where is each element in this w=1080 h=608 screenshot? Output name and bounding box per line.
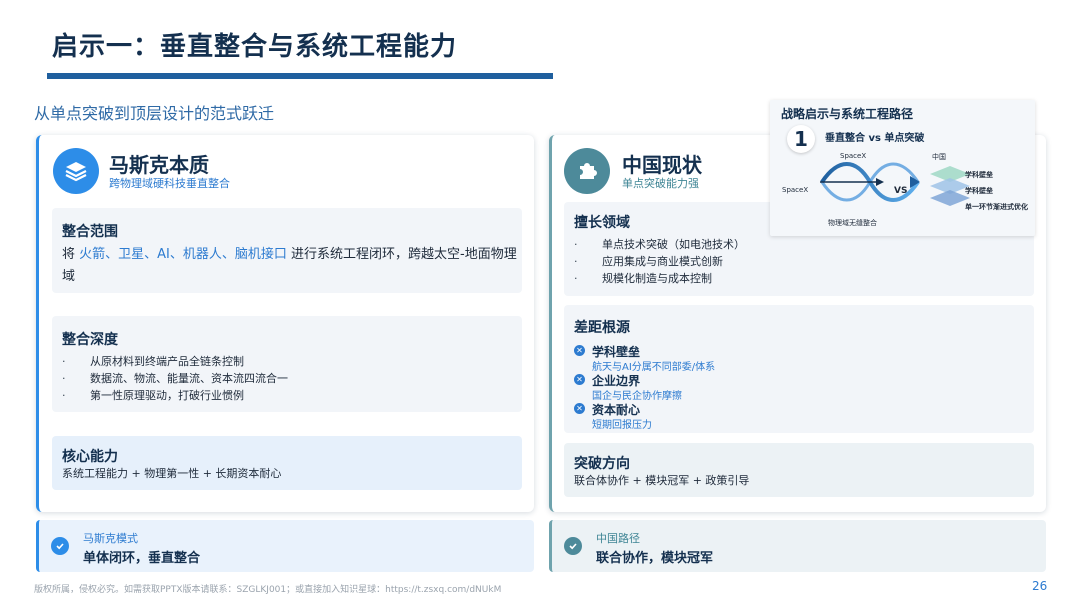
strategy-diagram: 战略启示与系统工程路径 1 垂直整合 vs 单点突破 SpaceX SpaceX… [770, 100, 1035, 236]
strengths-title: 擅长领域 [574, 215, 630, 231]
direction-box: 突破方向 联合体协作 + 模块冠军 + 政策引导 [564, 443, 1034, 497]
depth-list: · 从原材料到终端产品全链条控制 · 数据流、物流、能量流、资本流四流合一 · 第一性… [62, 353, 288, 404]
gaps-title: 差距根源 [574, 320, 630, 336]
layers-icon [53, 148, 99, 194]
title-underline [47, 73, 553, 79]
spacex-left-label: SpaceX [782, 186, 809, 194]
musk-card: 马斯克本质 跨物理域硬科技垂直整合 整合范围 将 火箭、卫星、AI、机器人、脑机… [36, 135, 534, 512]
vs-label: VS [894, 186, 908, 196]
puzzle-icon [564, 148, 610, 194]
core-box: 核心能力 系统工程能力 + 物理第一性 + 长期资本耐心 [52, 436, 522, 490]
layer2-label: 学科壁垒 [965, 187, 993, 195]
china-path-label: 中国路径 [596, 532, 640, 545]
list-item: · 单点技术突破（如电池技术） [574, 238, 745, 251]
scope-prefix: 将 [62, 247, 76, 262]
musk-card-subtitle: 跨物理域硬科技垂直整合 [109, 177, 230, 190]
gaps-box: 差距根源 ✕ 学科壁垒 航天与AI分属不同部委/体系 ✕ 企业边界 国企与民企协… [564, 305, 1034, 433]
inset-caption: 物理域无缝整合 [828, 219, 877, 227]
inset-heading: 垂直整合 vs 单点突破 [825, 133, 925, 144]
musk-card-title: 马斯克本质 [109, 153, 209, 177]
list-item: · 应用集成与商业模式创新 [574, 255, 723, 268]
list-item: · 数据流、物流、能量流、资本流四流合一 [62, 372, 288, 385]
page-number: 26 [1032, 579, 1048, 593]
scope-title: 整合范围 [62, 224, 118, 240]
china-card-subtitle: 单点突破能力强 [622, 177, 699, 190]
inset-title: 战略启示与系统工程路径 [781, 107, 914, 121]
scope-text: 将 火箭、卫星、AI、机器人、脑机接口 进行系统工程闭环，跨越太空-地面物理域 [62, 244, 517, 288]
layer1-label: 学科壁垒 [965, 171, 993, 179]
list-item: · 从原材料到终端产品全链条控制 [62, 355, 244, 368]
page-subtitle: 从单点突破到顶层设计的范式跃迁 [34, 104, 275, 123]
check-icon [51, 537, 69, 555]
china-label: 中国 [932, 153, 946, 161]
direction-text: 联合体协作 + 模块冠军 + 政策引导 [574, 474, 750, 487]
core-title: 核心能力 [62, 449, 118, 465]
list-item: · 规模化制造与成本控制 [574, 272, 712, 285]
china-path-value: 联合协作，模块冠军 [596, 551, 714, 566]
layer-stack [930, 166, 970, 206]
copyright-notice: 版权所属，侵权必究。如需获取PPTX版本请联系：SZGLKJ001；或直接加入知… [34, 585, 502, 595]
close-icon: ✕ [574, 345, 585, 356]
china-card-title: 中国现状 [622, 153, 702, 177]
scope-highlight: 火箭、卫星、AI、机器人、脑机接口 [79, 247, 287, 262]
layer3-label: 单一环节渐进式优化 [965, 203, 1028, 211]
inset-number: 1 [787, 125, 815, 153]
page-title: 启示一：垂直整合与系统工程能力 [52, 32, 458, 62]
check-icon [564, 537, 582, 555]
close-icon: ✕ [574, 403, 585, 414]
depth-box: 整合深度 · 从原材料到终端产品全链条控制 · 数据流、物流、能量流、资本流四流合一… [52, 316, 522, 412]
core-text: 系统工程能力 + 物理第一性 + 长期资本耐心 [62, 467, 282, 480]
direction-title: 突破方向 [574, 456, 630, 472]
musk-mode-box: 马斯克模式 单体闭环，垂直整合 [36, 520, 534, 572]
list-item: · 第一性原理驱动，打破行业惯例 [62, 389, 244, 402]
depth-title: 整合深度 [62, 332, 118, 348]
strengths-list: · 单点技术突破（如电池技术） · 应用集成与商业模式创新 · 规模化制造与成本控制 [574, 236, 745, 287]
china-path-box: 中国路径 联合协作，模块冠军 [549, 520, 1046, 572]
musk-mode-value: 单体闭环，垂直整合 [83, 551, 201, 566]
musk-mode-label: 马斯克模式 [83, 532, 138, 545]
scope-box: 整合范围 将 火箭、卫星、AI、机器人、脑机接口 进行系统工程闭环，跨越太空-地… [52, 208, 522, 293]
close-icon: ✕ [574, 374, 585, 385]
spacex-top-label: SpaceX [840, 152, 867, 160]
